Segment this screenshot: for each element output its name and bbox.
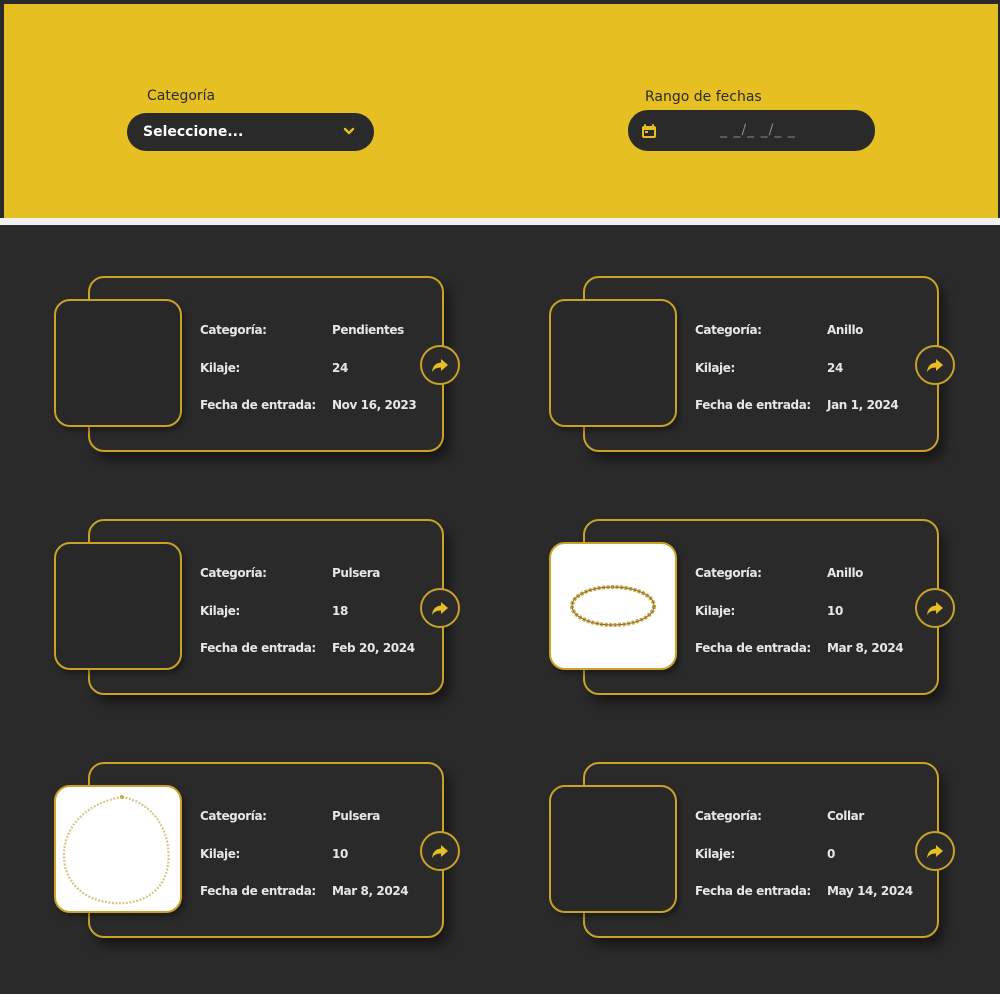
entry-date-field-label: Fecha de entrada: bbox=[695, 884, 811, 898]
share-arrow-icon bbox=[432, 845, 448, 858]
category-field-label: Categoría: bbox=[200, 809, 267, 823]
category-field-label: Categoría: bbox=[200, 323, 267, 337]
weight-value: 0 bbox=[827, 847, 835, 861]
category-row: Categoría: Pulsera bbox=[200, 566, 460, 584]
category-value: Pulsera bbox=[332, 809, 380, 823]
card-thumbnail bbox=[549, 785, 677, 913]
entry-date-field-label: Fecha de entrada: bbox=[200, 398, 316, 412]
chevron-down-icon bbox=[343, 127, 355, 135]
share-arrow-icon bbox=[927, 845, 943, 858]
entry-date-row: Fecha de entrada: Mar 8, 2024 bbox=[200, 884, 460, 902]
entry-date-value: Feb 20, 2024 bbox=[332, 641, 415, 655]
open-card-button[interactable] bbox=[915, 345, 955, 385]
category-filter-label: Categoría bbox=[147, 88, 216, 104]
card-thumbnail bbox=[54, 785, 182, 913]
weight-field-label: Kilaje: bbox=[200, 604, 240, 618]
entry-date-row: Fecha de entrada: Mar 8, 2024 bbox=[695, 641, 955, 659]
category-value: Collar bbox=[827, 809, 864, 823]
date-range-label: Rango de fechas bbox=[645, 89, 762, 105]
category-value: Pulsera bbox=[332, 566, 380, 580]
share-arrow-icon bbox=[927, 602, 943, 615]
entry-date-value: Nov 16, 2023 bbox=[332, 398, 417, 412]
entry-date-row: Fecha de entrada: Jan 1, 2024 bbox=[695, 398, 955, 416]
jewelry-card[interactable]: Categoría: Pulsera Kilaje: 10 Fecha de e… bbox=[54, 762, 474, 942]
header-divider bbox=[0, 218, 1000, 225]
weight-field-label: Kilaje: bbox=[695, 361, 735, 375]
share-arrow-icon bbox=[432, 359, 448, 372]
category-row: Categoría: Anillo bbox=[695, 566, 955, 584]
category-row: Categoría: Anillo bbox=[695, 323, 955, 341]
category-value: Anillo bbox=[827, 566, 864, 580]
entry-date-row: Fecha de entrada: Feb 20, 2024 bbox=[200, 641, 460, 659]
weight-value: 24 bbox=[332, 361, 348, 375]
jewelry-card[interactable]: Categoría: Pendientes Kilaje: 24 Fecha d… bbox=[54, 276, 474, 456]
weight-field-label: Kilaje: bbox=[695, 847, 735, 861]
gold-chain-image bbox=[62, 795, 170, 905]
jewelry-card[interactable]: Categoría: Anillo Kilaje: 10 Fecha de en… bbox=[549, 519, 969, 699]
entry-date-field-label: Fecha de entrada: bbox=[200, 641, 316, 655]
weight-field-label: Kilaje: bbox=[200, 847, 240, 861]
jewelry-card[interactable]: Categoría: Anillo Kilaje: 24 Fecha de en… bbox=[549, 276, 969, 456]
card-thumbnail bbox=[549, 542, 677, 670]
weight-value: 10 bbox=[332, 847, 348, 861]
weight-value: 24 bbox=[827, 361, 843, 375]
category-value: Pendientes bbox=[332, 323, 404, 337]
category-field-label: Categoría: bbox=[695, 566, 762, 580]
category-row: Categoría: Collar bbox=[695, 809, 955, 827]
weight-value: 18 bbox=[332, 604, 348, 618]
date-range-placeholder: _ _/_ _/_ _ bbox=[720, 122, 796, 138]
card-thumbnail bbox=[549, 299, 677, 427]
date-range-input[interactable]: _ _/_ _/_ _ bbox=[628, 110, 875, 151]
weight-value: 10 bbox=[827, 604, 843, 618]
open-card-button[interactable] bbox=[420, 588, 460, 628]
category-field-label: Categoría: bbox=[695, 809, 762, 823]
category-value: Anillo bbox=[827, 323, 864, 337]
share-arrow-icon bbox=[432, 602, 448, 615]
card-thumbnail bbox=[54, 299, 182, 427]
calendar-icon bbox=[642, 124, 656, 138]
gold-bracelet-image bbox=[570, 585, 656, 627]
category-row: Categoría: Pendientes bbox=[200, 323, 460, 341]
category-field-label: Categoría: bbox=[695, 323, 762, 337]
weight-field-label: Kilaje: bbox=[200, 361, 240, 375]
entry-date-value: Jan 1, 2024 bbox=[827, 398, 899, 412]
open-card-button[interactable] bbox=[420, 345, 460, 385]
entry-date-value: Mar 8, 2024 bbox=[827, 641, 904, 655]
card-thumbnail bbox=[54, 542, 182, 670]
entry-date-value: Mar 8, 2024 bbox=[332, 884, 409, 898]
open-card-button[interactable] bbox=[915, 588, 955, 628]
share-arrow-icon bbox=[927, 359, 943, 372]
filter-bar: Categoría Seleccione... Rango de fechas … bbox=[4, 4, 998, 218]
entry-date-field-label: Fecha de entrada: bbox=[695, 641, 811, 655]
category-row: Categoría: Pulsera bbox=[200, 809, 460, 827]
entry-date-field-label: Fecha de entrada: bbox=[200, 884, 316, 898]
entry-date-row: Fecha de entrada: Nov 16, 2023 bbox=[200, 398, 460, 416]
category-select-value: Seleccione... bbox=[143, 124, 244, 140]
weight-field-label: Kilaje: bbox=[695, 604, 735, 618]
open-card-button[interactable] bbox=[420, 831, 460, 871]
category-select[interactable]: Seleccione... bbox=[127, 113, 374, 151]
open-card-button[interactable] bbox=[915, 831, 955, 871]
category-field-label: Categoría: bbox=[200, 566, 267, 580]
jewelry-card[interactable]: Categoría: Collar Kilaje: 0 Fecha de ent… bbox=[549, 762, 969, 942]
entry-date-field-label: Fecha de entrada: bbox=[695, 398, 811, 412]
entry-date-row: Fecha de entrada: May 14, 2024 bbox=[695, 884, 955, 902]
entry-date-value: May 14, 2024 bbox=[827, 884, 913, 898]
jewelry-card[interactable]: Categoría: Pulsera Kilaje: 18 Fecha de e… bbox=[54, 519, 474, 699]
